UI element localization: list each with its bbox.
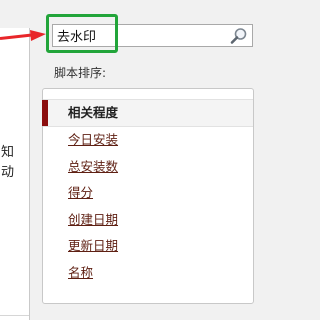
sort-option-daily-installs: 今日安装 xyxy=(43,127,253,154)
sort-link-daily-installs[interactable]: 今日安装 xyxy=(68,132,118,147)
sort-option-updated-date: 更新日期 xyxy=(43,233,253,260)
sort-link-updated-date[interactable]: 更新日期 xyxy=(68,238,118,253)
left-text-fragment-2: 动 xyxy=(1,165,15,180)
sort-link-total-installs[interactable]: 总安装数 xyxy=(68,159,118,174)
sort-option-score: 得分 xyxy=(43,180,253,207)
left-content-panel: 知 动 xyxy=(0,28,30,320)
sort-link-created-date[interactable]: 创建日期 xyxy=(68,212,118,227)
sort-link-score[interactable]: 得分 xyxy=(68,185,93,200)
sort-label: 脚本排序: xyxy=(54,66,107,80)
sort-option-created-date: 创建日期 xyxy=(43,207,253,234)
left-divider xyxy=(0,315,29,316)
sort-option-name: 名称 xyxy=(43,260,253,287)
sort-option-relevance: 相关程度 xyxy=(42,99,253,127)
active-indicator-bar xyxy=(42,100,48,126)
magnifier-icon[interactable] xyxy=(230,27,248,45)
sort-option-total-installs: 总安装数 xyxy=(43,154,253,181)
search-box xyxy=(52,24,253,47)
sort-options-panel: 相关程度 今日安装 总安装数 得分 创建日期 更新日期 名称 xyxy=(42,88,254,304)
sort-link-name[interactable]: 名称 xyxy=(68,265,93,280)
sort-option-label: 相关程度 xyxy=(68,105,119,120)
left-text-fragment-1: 知 xyxy=(1,145,15,160)
sort-options-list: 相关程度 今日安装 总安装数 得分 创建日期 更新日期 名称 xyxy=(42,99,253,287)
search-input[interactable] xyxy=(57,27,225,44)
red-arrow-annotation xyxy=(0,30,46,41)
